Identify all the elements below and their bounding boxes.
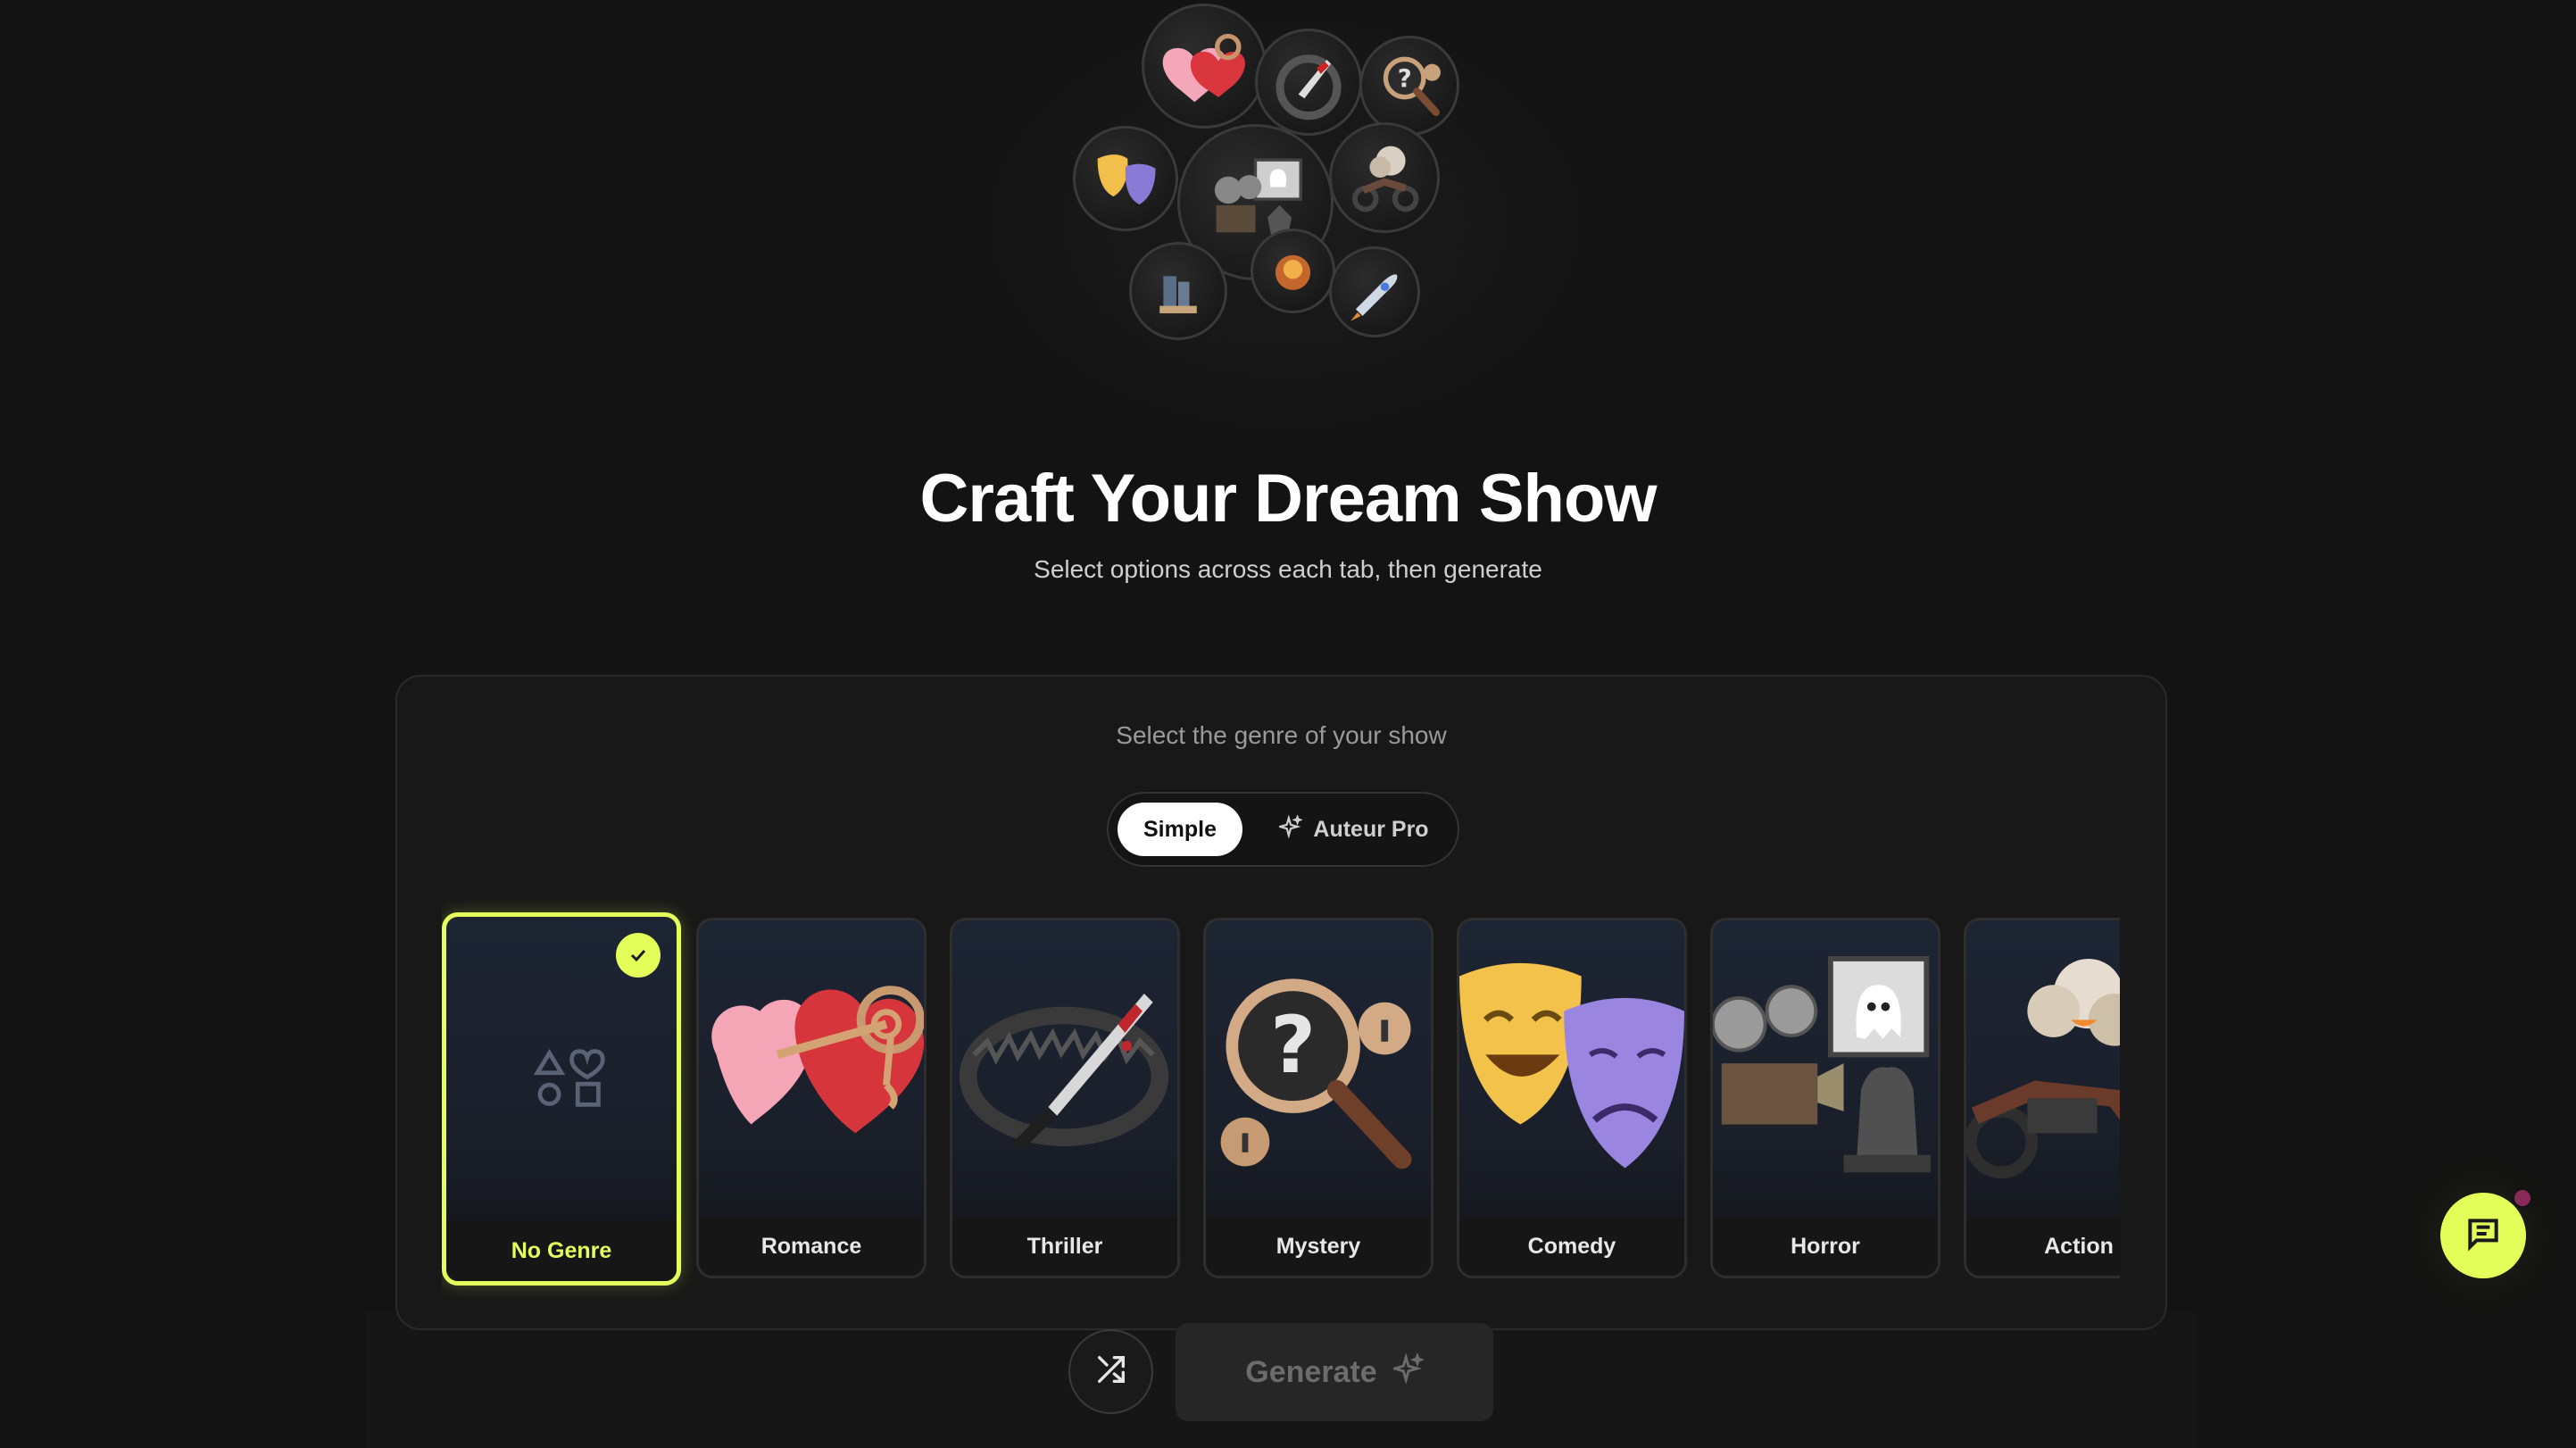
scifi-bubble-icon <box>1329 246 1420 337</box>
page-title: Craft Your Dream Show <box>919 461 1657 537</box>
notification-dot <box>2512 1187 2533 1209</box>
projector-ghost-icon <box>1713 920 1938 1219</box>
shuffle-icon <box>1093 1352 1129 1392</box>
genre-card-comedy[interactable]: Comedy <box>1457 918 1687 1278</box>
genre-label: Action <box>1966 1217 2120 1276</box>
genre-card-horror[interactable]: Horror <box>1710 918 1940 1278</box>
bear-trap-knife-icon <box>952 920 1177 1219</box>
genre-carousel[interactable]: No Genre Romance Thriller ? Mystery Come… <box>442 900 2120 1311</box>
romance-bubble-icon <box>1142 4 1267 129</box>
genre-label: No Genre <box>446 1220 677 1281</box>
genre-label: Thriller <box>952 1217 1177 1276</box>
genre-card-thriller[interactable]: Thriller <box>950 918 1180 1278</box>
selected-check-icon <box>616 933 661 978</box>
mode-auteur-pro-label: Auteur Pro <box>1313 816 1429 842</box>
drama-bubble-icon <box>1129 242 1227 340</box>
fantasy-bubble-icon <box>1251 229 1335 313</box>
mystery-bubble-icon: ? <box>1359 36 1459 136</box>
genre-card-no-genre[interactable]: No Genre <box>442 912 681 1286</box>
genre-card-action[interactable]: Action <box>1964 918 2120 1278</box>
mode-simple-button[interactable]: Simple <box>1118 803 1242 856</box>
chat-button[interactable] <box>2440 1193 2526 1278</box>
genre-label: Romance <box>699 1217 924 1276</box>
generate-label: Generate <box>1245 1354 1377 1389</box>
action-bubble-icon <box>1329 122 1440 233</box>
chat-icon <box>2464 1214 2503 1258</box>
svg-text:?: ? <box>1398 64 1412 93</box>
sparkle-icon <box>1389 1352 1425 1392</box>
shuffle-button[interactable] <box>1068 1329 1153 1414</box>
comedy-bubble-icon <box>1073 126 1178 231</box>
page-subtitle: Select options across each tab, then gen… <box>1034 555 1542 583</box>
motorcycle-explosion-icon <box>1966 920 2120 1219</box>
genre-card-romance[interactable]: Romance <box>696 918 927 1278</box>
generate-button[interactable]: Generate <box>1176 1323 1493 1421</box>
genre-panel: Select the genre of your show Simple Aut… <box>395 675 2167 1330</box>
genre-label: Mystery <box>1206 1217 1431 1276</box>
magnifier-question-icon: ? <box>1206 920 1431 1219</box>
sparkle-icon <box>1276 813 1304 845</box>
svg-text:?: ? <box>1270 999 1316 1091</box>
mode-auteur-pro-button[interactable]: Auteur Pro <box>1265 803 1443 856</box>
genre-label: Comedy <box>1459 1217 1684 1276</box>
thriller-bubble-icon <box>1255 29 1362 136</box>
genre-label: Horror <box>1713 1217 1938 1276</box>
genre-prompt: Select the genre of your show <box>1116 721 1447 749</box>
genre-card-mystery[interactable]: ? Mystery <box>1203 918 1433 1278</box>
theater-masks-icon <box>1459 920 1684 1219</box>
mode-toggle: Simple Auteur Pro <box>1107 792 1459 867</box>
heart-lock-icon <box>699 920 924 1219</box>
